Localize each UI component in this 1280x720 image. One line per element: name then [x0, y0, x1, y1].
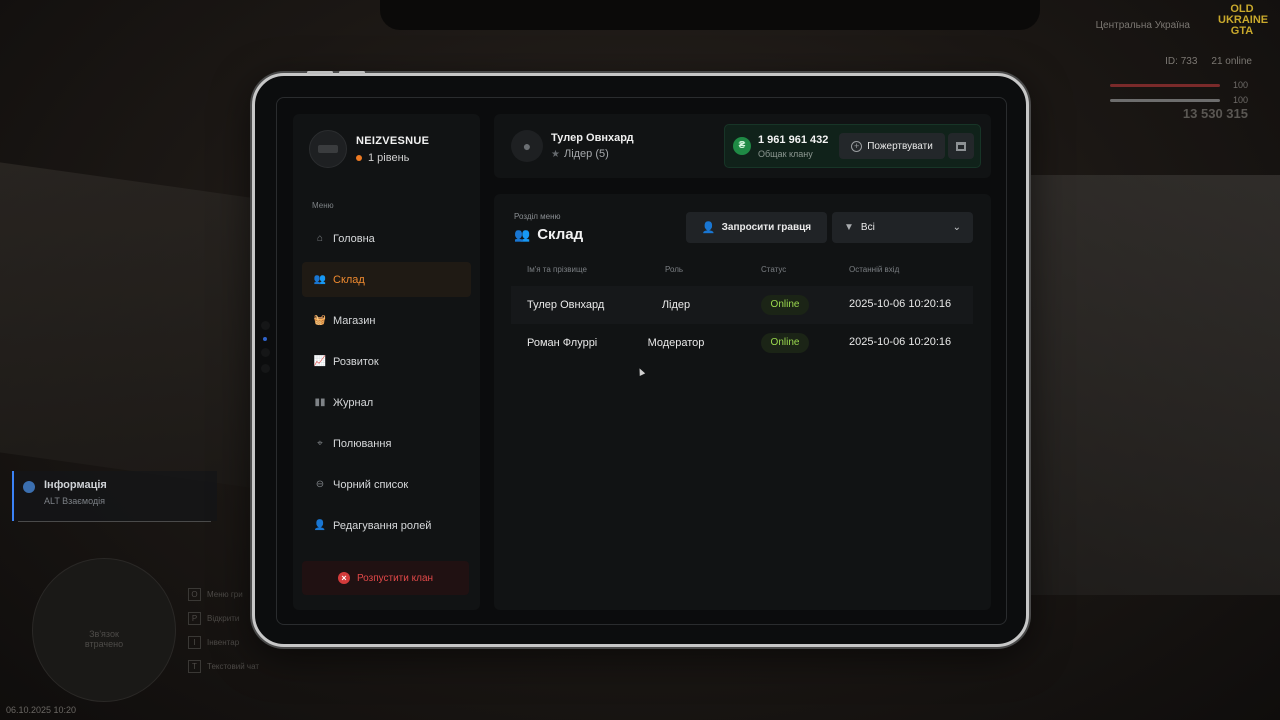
key-hint: O Меню гри — [188, 588, 259, 601]
user-edit-icon: 👤 — [313, 520, 327, 531]
basket-icon: 🧺 — [313, 315, 327, 326]
column-header: Роль — [665, 265, 684, 274]
role-filter-dropdown[interactable]: ▼ Всі ⌄ — [832, 212, 973, 243]
sidebar-item-blacklist[interactable]: ⊖ Чорний список — [302, 467, 471, 502]
book-icon: ▮▮ — [314, 397, 326, 408]
hud-money: 13 530 315 — [1182, 106, 1248, 121]
armor-bar — [1110, 99, 1220, 102]
member-role: Лідер — [661, 299, 691, 311]
hud-region: Центральна Україна — [1095, 20, 1190, 31]
sidebar-item-members[interactable]: 👥 Склад — [302, 262, 471, 297]
key-hint: I Інвентар — [188, 636, 259, 649]
crosshair-icon: ⌖ — [317, 438, 323, 449]
last-login: 2025-10-06 10:20:16 — [849, 336, 952, 348]
clan-tablet: NEIZVESNUE 1 рівень Меню ⌂ Головна 👥 Скл… — [252, 71, 1029, 647]
sidebar: NEIZVESNUE 1 рівень Меню ⌂ Головна 👥 Скл… — [293, 114, 480, 610]
sidebar-item-shop[interactable]: 🧺 Магазин — [302, 303, 471, 338]
people-icon: 👥 — [313, 274, 327, 285]
menu-title: Меню — [312, 201, 334, 210]
chevron-down-icon: ⌄ — [952, 222, 961, 233]
clan-profile: NEIZVESNUE 1 рівень — [293, 114, 480, 168]
bank-label: Общак клану — [758, 149, 813, 159]
header: ● Тулер Овнхард ★ Лідер (5) ₴ 1 961 961 … — [494, 114, 991, 178]
member-role: Модератор — [647, 337, 705, 349]
health-bar — [1110, 84, 1220, 87]
column-header: Статус — [761, 265, 787, 274]
hud-id-online: ID: 733 21 online — [1165, 56, 1252, 67]
armor-value: 100 — [1232, 95, 1248, 105]
background-left-object — [0, 162, 250, 488]
clan-bank: ₴ 1 961 961 432 Общак клану + Пожертвува… — [724, 124, 981, 168]
level-dot-icon — [356, 154, 362, 161]
health-value: 100 — [1232, 80, 1248, 90]
member-name: Роман Флуррі — [527, 337, 598, 349]
tablet-button — [339, 71, 365, 74]
sidebar-item-roles[interactable]: 👤 Редагування ролей — [302, 508, 471, 543]
plus-circle-icon: + — [851, 140, 863, 152]
status-badge: Online — [761, 333, 809, 353]
archive-button[interactable] — [948, 133, 974, 159]
hryvnia-coin-icon: ₴ — [733, 137, 751, 155]
donate-button[interactable]: + Пожертвувати — [839, 133, 945, 159]
background-right-object — [1020, 175, 1280, 595]
tablet-screen: NEIZVESNUE 1 рівень Меню ⌂ Головна 👥 Скл… — [276, 97, 1007, 625]
sidebar-item-hunting[interactable]: ⌖ Полювання — [302, 426, 471, 461]
key-hints: O Меню гри P Відкрити I Інвентар T Текстовий… — [188, 588, 259, 684]
add-user-icon: 👤 — [701, 222, 716, 234]
minimap: Зв'язок втрачено — [32, 558, 176, 702]
member-name: Тулер Овнхард — [527, 299, 605, 311]
bank-amount: 1 961 961 432 — [758, 134, 829, 146]
home-icon: ⌂ — [316, 233, 324, 244]
clan-name: NEIZVESNUE — [356, 134, 430, 147]
info-icon — [23, 481, 35, 493]
user-role: ★ Лідер (5) — [551, 148, 609, 160]
status-badge: Online — [761, 295, 809, 315]
key-hint: P Відкрити — [188, 612, 259, 625]
tablet-camera — [261, 321, 270, 373]
clan-level: 1 рівень — [356, 152, 429, 164]
key-hint: T Текстовий чат — [188, 660, 259, 673]
info-title: Інформація — [44, 479, 107, 491]
current-user: ● Тулер Овнхард ★ Лідер (5) — [511, 130, 634, 162]
people-icon: 👥 — [514, 226, 531, 242]
table-header: Ім'я та прізвище Роль Статус Останній вх… — [511, 265, 973, 279]
user-name: Тулер Овнхард — [551, 132, 634, 144]
page-title: 👥 Склад — [514, 226, 584, 243]
info-subtitle: ALT Взаємодія — [44, 496, 106, 506]
server-logo: OLD UKRAINE GTA — [1218, 3, 1269, 37]
last-login: 2025-10-06 10:20:16 — [849, 298, 952, 310]
info-notification: Інформація ALT Взаємодія — [12, 471, 217, 521]
sidebar-item-journal[interactable]: ▮▮ Журнал — [302, 385, 471, 420]
tablet-button — [307, 71, 333, 74]
close-icon: × — [337, 572, 350, 584]
table-row[interactable]: Тулер Овнхард Лідер Online 2025-10-06 10… — [511, 286, 973, 324]
minimap-status: Зв'язок втрачено — [84, 629, 124, 649]
online-count: 21 online — [1211, 56, 1252, 67]
column-header: Ім'я та прізвище — [527, 265, 587, 274]
star-icon: ★ — [551, 148, 560, 160]
block-icon: ⊖ — [315, 479, 325, 490]
player-id: ID: 733 — [1165, 56, 1198, 67]
invite-player-button[interactable]: 👤 Запросити гравця — [686, 212, 827, 243]
sidebar-menu: ⌂ Головна 👥 Склад 🧺 Магазин 📈 Розвиток ▮… — [293, 221, 480, 543]
archive-icon — [956, 141, 966, 151]
divider — [18, 521, 211, 522]
hud-datetime: 06.10.2025 10:20 — [6, 705, 77, 715]
chart-icon: 📈 — [313, 356, 327, 367]
section-subtitle: Розділ меню — [514, 212, 561, 221]
column-header: Останній вхід — [849, 265, 900, 274]
user-avatar-icon: ● — [511, 130, 543, 162]
sidebar-item-home[interactable]: ⌂ Головна — [302, 221, 471, 256]
filter-icon: ▼ — [844, 222, 854, 233]
sidebar-item-development[interactable]: 📈 Розвиток — [302, 344, 471, 379]
main-content: Розділ меню 👥 Склад 👤 Запросити гравця ▼… — [494, 194, 991, 610]
table-row[interactable]: Роман Флуррі Модератор Online 2025-10-06… — [511, 324, 973, 362]
disband-clan-button[interactable]: × Розпустити клан — [302, 561, 469, 595]
clan-avatar — [309, 130, 347, 168]
background-structure — [380, 0, 1040, 30]
